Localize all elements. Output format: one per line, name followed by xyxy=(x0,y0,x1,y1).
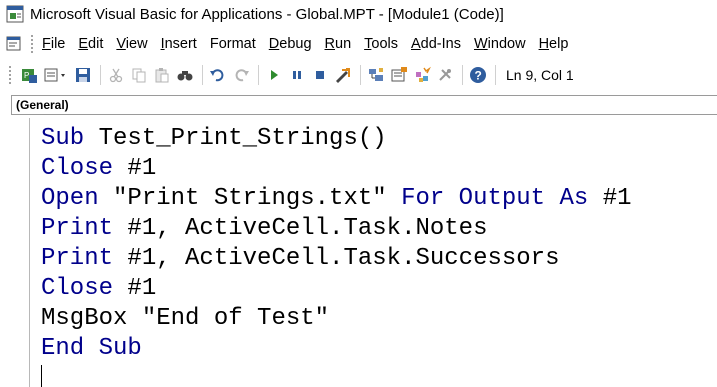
object-combo[interactable]: (General) xyxy=(11,95,717,115)
code-line[interactable]: Print #1, ActiveCell.Task.Successors xyxy=(41,244,632,274)
code-keyword: For Output As xyxy=(401,185,589,212)
break-icon[interactable] xyxy=(288,66,306,84)
code-window-icon[interactable] xyxy=(6,36,22,52)
code-keyword: Close xyxy=(41,275,114,302)
code-text: Test_Print_Strings() xyxy=(84,125,387,152)
code-text: #1 xyxy=(113,155,157,182)
design-mode-icon[interactable] xyxy=(334,66,352,84)
code-text: "Print Strings.txt" xyxy=(98,185,402,212)
code-keyword: Print xyxy=(41,245,114,272)
code-keyword: Close xyxy=(41,155,114,182)
insert-module-icon[interactable] xyxy=(43,66,69,84)
properties-icon[interactable] xyxy=(390,66,408,84)
title-bar: Microsoft Visual Basic for Applications … xyxy=(0,0,717,28)
copy-icon[interactable] xyxy=(130,66,148,84)
toolbar-separator xyxy=(100,65,101,85)
toolbar-grip[interactable] xyxy=(8,65,12,85)
toolbar-separator xyxy=(258,65,259,85)
code-line[interactable]: End Sub xyxy=(41,334,632,364)
menu-tools[interactable]: Tools xyxy=(364,36,398,52)
cut-icon[interactable] xyxy=(107,66,125,84)
vba-app-icon xyxy=(6,5,24,23)
code-text: #1 xyxy=(113,275,157,302)
code-keyword: Print xyxy=(41,215,114,242)
toolbar-separator xyxy=(360,65,361,85)
code-editor[interactable]: Sub Test_Print_Strings() Close #1 Open "Pr… xyxy=(41,124,632,364)
redo-icon[interactable] xyxy=(232,66,250,84)
help-icon[interactable]: ? xyxy=(469,66,487,84)
code-text: #1, ActiveCell.Task.Successors xyxy=(113,245,560,272)
code-keyword: Open xyxy=(41,185,99,212)
code-line[interactable]: Close #1 xyxy=(41,274,632,304)
code-line[interactable]: MsgBox "End of Test" xyxy=(41,304,632,334)
undo-icon[interactable] xyxy=(209,66,227,84)
reset-icon[interactable] xyxy=(311,66,329,84)
code-keyword: End Sub xyxy=(41,335,142,362)
code-line[interactable]: Open "Print Strings.txt" For Output As #… xyxy=(41,184,632,214)
window-title: Microsoft Visual Basic for Applications … xyxy=(30,5,504,23)
margin-indicator-bar[interactable] xyxy=(0,118,30,387)
code-line[interactable]: Sub Test_Print_Strings() xyxy=(41,124,632,154)
paste-icon[interactable] xyxy=(153,66,171,84)
code-pane[interactable]: Sub Test_Print_Strings() Close #1 Open "Pr… xyxy=(0,118,717,387)
svg-text:P: P xyxy=(24,71,29,80)
menu-run[interactable]: Run xyxy=(325,36,352,52)
project-explorer-icon[interactable] xyxy=(367,66,385,84)
cursor-position: Ln 9, Col 1 xyxy=(506,67,574,83)
toolbar-separator xyxy=(495,65,496,85)
menu-insert[interactable]: Insert xyxy=(161,36,197,52)
code-text: #1 xyxy=(588,185,632,212)
menu-edit[interactable]: Edit xyxy=(78,36,103,52)
code-keyword: Sub xyxy=(41,125,85,152)
menubar-grip[interactable] xyxy=(30,34,34,54)
code-line[interactable]: Print #1, ActiveCell.Task.Notes xyxy=(41,214,632,244)
menu-add-ins[interactable]: Add-Ins xyxy=(411,36,461,52)
toolbox-icon[interactable] xyxy=(436,66,454,84)
menu-window[interactable]: Window xyxy=(474,36,526,52)
text-caret xyxy=(41,365,42,387)
code-text: #1, ActiveCell.Task.Notes xyxy=(113,215,488,242)
menu-view[interactable]: View xyxy=(116,36,147,52)
standard-toolbar: P ? Ln 9, Col 1 xyxy=(0,60,717,90)
svg-text:?: ? xyxy=(475,69,482,83)
view-host-app-icon[interactable]: P xyxy=(20,66,38,84)
code-line[interactable]: Close #1 xyxy=(41,154,632,184)
toolbar-separator xyxy=(462,65,463,85)
save-icon[interactable] xyxy=(74,66,92,84)
menu-format[interactable]: Format xyxy=(210,36,256,52)
menu-debug[interactable]: Debug xyxy=(269,36,312,52)
find-icon[interactable] xyxy=(176,66,194,84)
object-browser-icon[interactable] xyxy=(413,66,431,84)
code-window-header: (General) xyxy=(0,93,717,117)
run-icon[interactable] xyxy=(265,66,283,84)
menu-bar: File Edit View Insert Format Debug Run T… xyxy=(0,30,717,58)
menu-file[interactable]: File xyxy=(42,36,65,52)
toolbar-separator xyxy=(202,65,203,85)
menu-help[interactable]: Help xyxy=(539,36,569,52)
code-text: MsgBox "End of Test" xyxy=(41,305,330,332)
